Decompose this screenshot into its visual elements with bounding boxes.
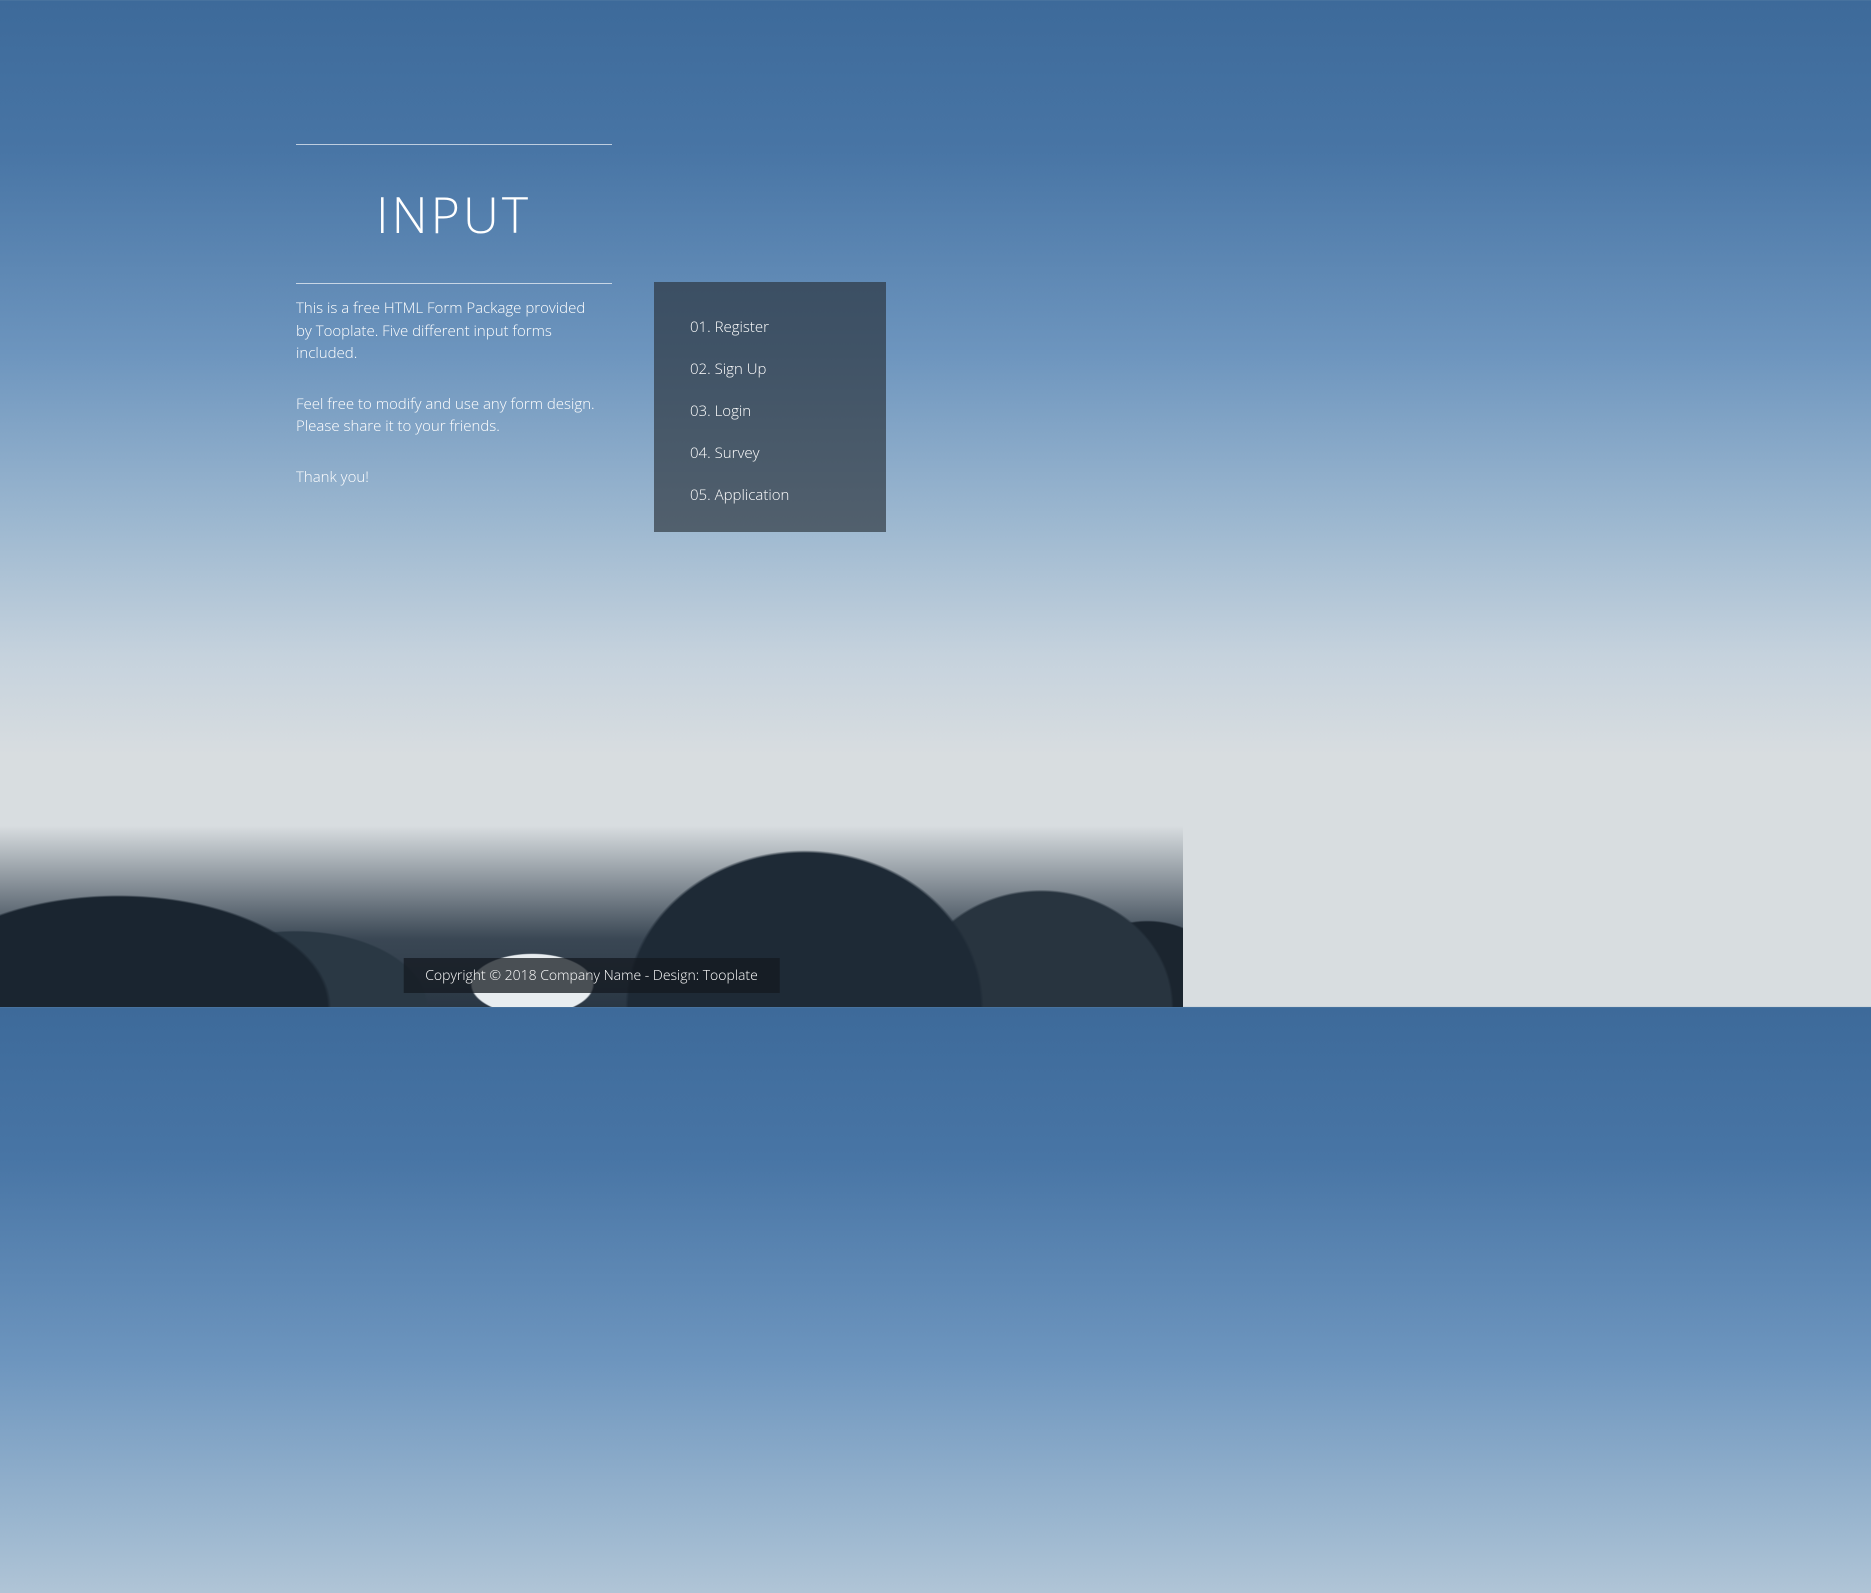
description-paragraph-1: This is a free HTML Form Package provide… (296, 297, 596, 365)
main-container: INPUT This is a free HTML Form Package p… (0, 0, 1183, 1007)
description-block: This is a free HTML Form Package provide… (296, 297, 596, 516)
nav-panel: 01. Register 02. Sign Up 03. Login 04. S… (654, 282, 886, 532)
nav-item-register[interactable]: 01. Register (690, 306, 850, 348)
nav-item-login[interactable]: 03. Login (690, 390, 850, 432)
title-box: INPUT (296, 144, 612, 284)
nav-list: 01. Register 02. Sign Up 03. Login 04. S… (690, 306, 850, 516)
footer-copyright-text: Copyright © 2018 Company Name - Design: (425, 966, 702, 985)
description-paragraph-3: Thank you! (296, 466, 596, 489)
nav-item-survey[interactable]: 04. Survey (690, 432, 850, 474)
nav-item-signup[interactable]: 02. Sign Up (690, 348, 850, 390)
footer-design-link[interactable]: Tooplate (703, 966, 758, 985)
page-title: INPUT (376, 180, 612, 248)
footer: Copyright © 2018 Company Name - Design: … (403, 958, 780, 993)
nav-item-application[interactable]: 05. Application (690, 474, 850, 516)
description-paragraph-2: Feel free to modify and use any form des… (296, 393, 596, 438)
